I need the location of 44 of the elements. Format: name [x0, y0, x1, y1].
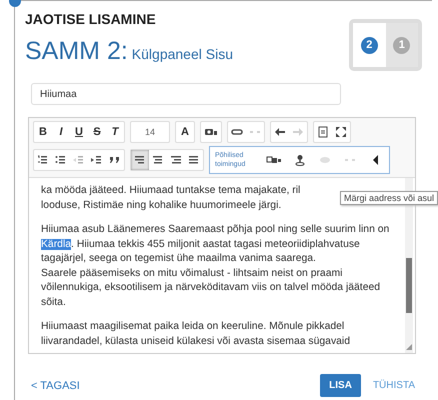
format-button[interactable]: T — [106, 122, 124, 142]
scrollbar-thumb[interactable] — [406, 258, 412, 313]
align-left-icon — [134, 154, 146, 166]
resize-grip-icon[interactable] — [406, 344, 412, 350]
text-line: looduse, Ristimäe ning kohalike huumorimeele järgi. — [41, 198, 282, 212]
step-name: Külgpaneel Sisu — [132, 46, 233, 62]
format-button[interactable]: B — [34, 122, 52, 142]
format-button[interactable]: A — [176, 122, 194, 142]
align-center-icon — [152, 154, 164, 166]
back-link[interactable]: < TAGASI — [31, 380, 320, 392]
tooltip: Märgi aadress või asul — [340, 191, 438, 205]
redo-icon — [292, 126, 304, 138]
camera-icon — [204, 126, 218, 138]
step-number[interactable]: 2 — [360, 36, 378, 54]
outdent-icon — [73, 154, 85, 166]
text-line: Kärdla. Hiiumaa tekkis 455 miljonit aastat tagasi meteoriidiplahvatuse — [41, 238, 360, 252]
link-icon — [231, 126, 243, 138]
indent-icon — [91, 154, 103, 166]
numbered-list-icon — [37, 154, 49, 166]
text-line: ka mööda jääteed. Hiiumaad tuntakse tema majakate, ril — [41, 184, 300, 198]
text-line: võilennukiga, eksootilisem ja närveköditavam viis on talvel mööda jääteed — [41, 281, 380, 295]
format-button[interactable]: U — [70, 122, 88, 142]
text-line: Hiiumaast maagilisemat paika leida on keeruline. Mõnule pikkadel — [41, 320, 344, 334]
step-label: SAMM 2: — [25, 37, 128, 66]
fullscreen-icon — [335, 126, 347, 138]
add-button[interactable]: LISA — [320, 374, 361, 397]
bullet-list-icon — [55, 154, 67, 166]
align-right-icon — [170, 154, 182, 166]
quote-icon — [109, 154, 121, 166]
section-heading: JAOTISE LISAMINE — [25, 11, 157, 27]
source-icon — [317, 126, 329, 138]
text-line: Hiiumaa asub Läänemeres Saaremaast põhja pool ning selle suurim linn on — [41, 223, 390, 237]
title-field[interactable]: Hiiumaa — [31, 83, 341, 105]
map-pin-icon — [294, 154, 306, 166]
text-line: tagajärjel, seega on tegemist ühe maailma vanima saarega. — [41, 252, 316, 266]
text-line: Saarele pääsemiseks on mitu võimalust - lihtsaim neist on praami — [41, 266, 342, 280]
scrollbar[interactable] — [405, 178, 413, 353]
text-line: liivarandadel, külasta uniseid külakesi või avasta sisemaa sügavaid — [41, 334, 350, 348]
format-button[interactable]: 14 — [131, 122, 169, 142]
format-button[interactable]: I — [52, 122, 70, 142]
text-line: sõita. — [41, 296, 66, 310]
format-button[interactable]: S — [88, 122, 106, 142]
undo-icon — [274, 126, 286, 138]
justify-icon — [188, 154, 200, 166]
